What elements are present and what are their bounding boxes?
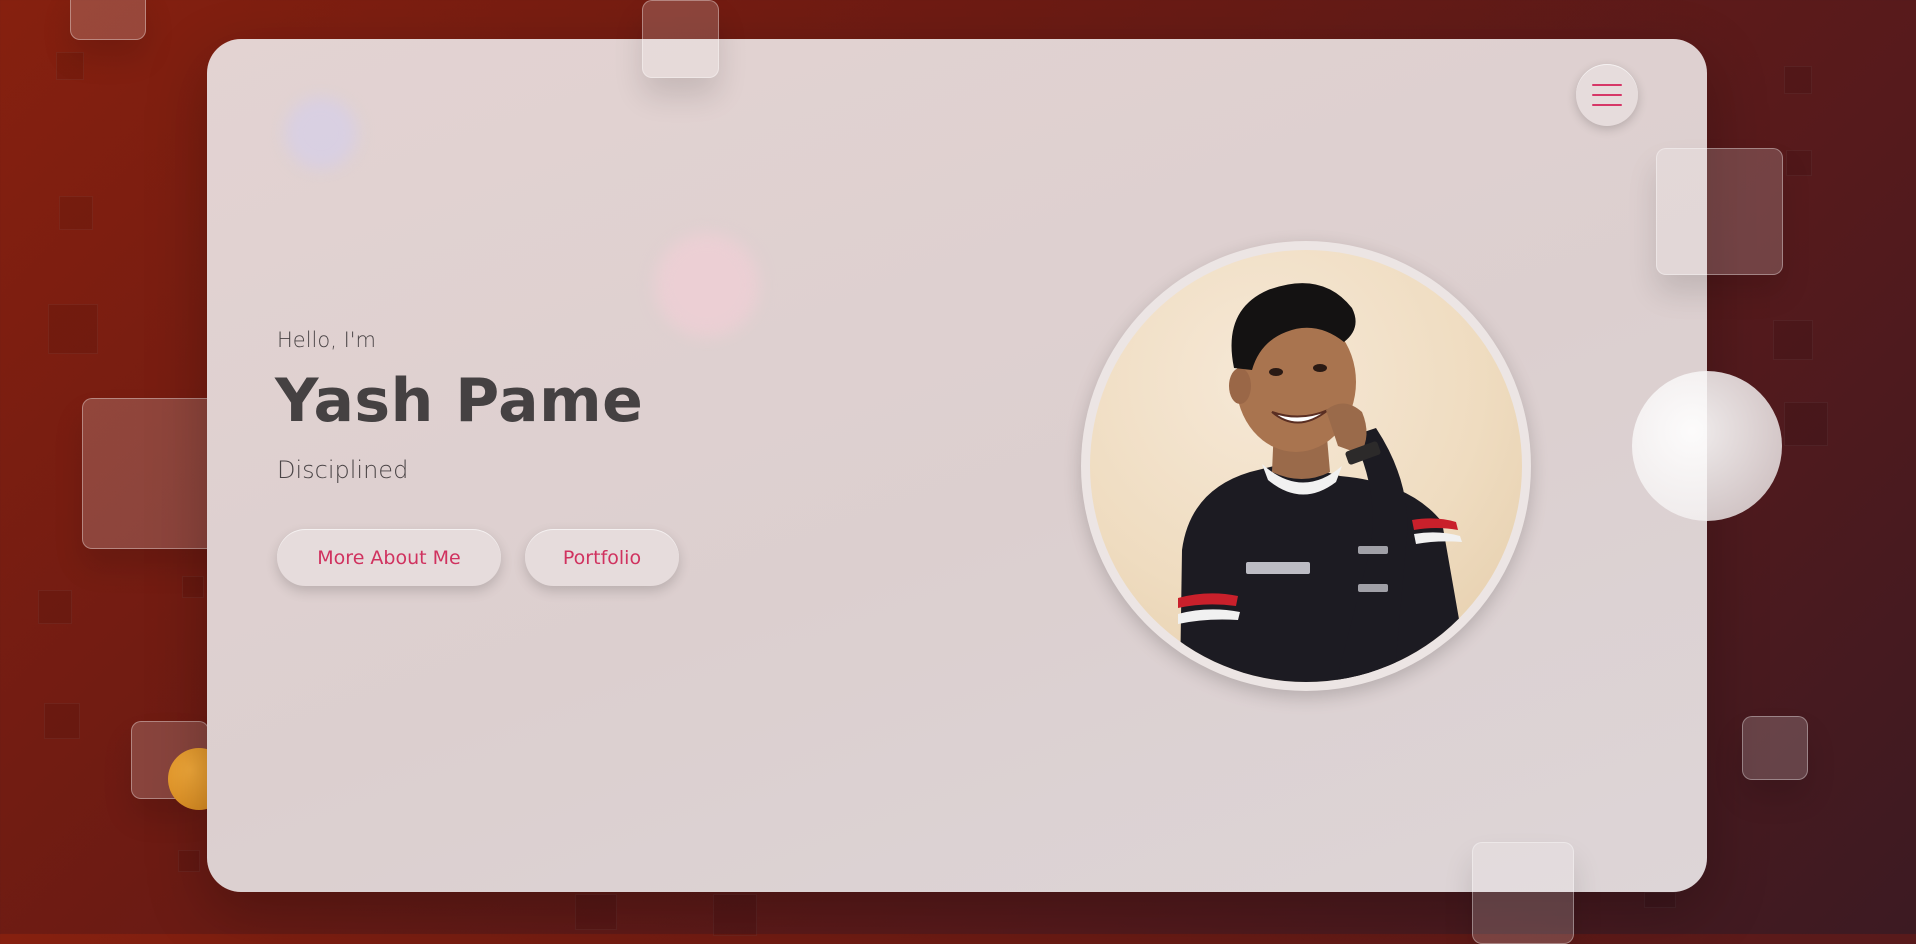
hamburger-menu-icon	[1592, 84, 1622, 86]
portfolio-button[interactable]: Portfolio	[525, 529, 679, 586]
profile-photo-frame	[1081, 241, 1531, 691]
profile-photo	[1090, 250, 1522, 682]
hamburger-menu-icon-line-2	[1592, 94, 1622, 96]
menu-button[interactable]	[1576, 64, 1638, 126]
more-about-me-button[interactable]: More About Me	[277, 529, 501, 586]
hamburger-menu-icon-line-3	[1592, 104, 1622, 106]
person-illustration	[1178, 283, 1470, 682]
greeting-text: Hello, I'm	[277, 328, 377, 352]
page-title: Yash Pame	[275, 366, 644, 436]
tagline-text: Disciplined	[277, 456, 409, 484]
